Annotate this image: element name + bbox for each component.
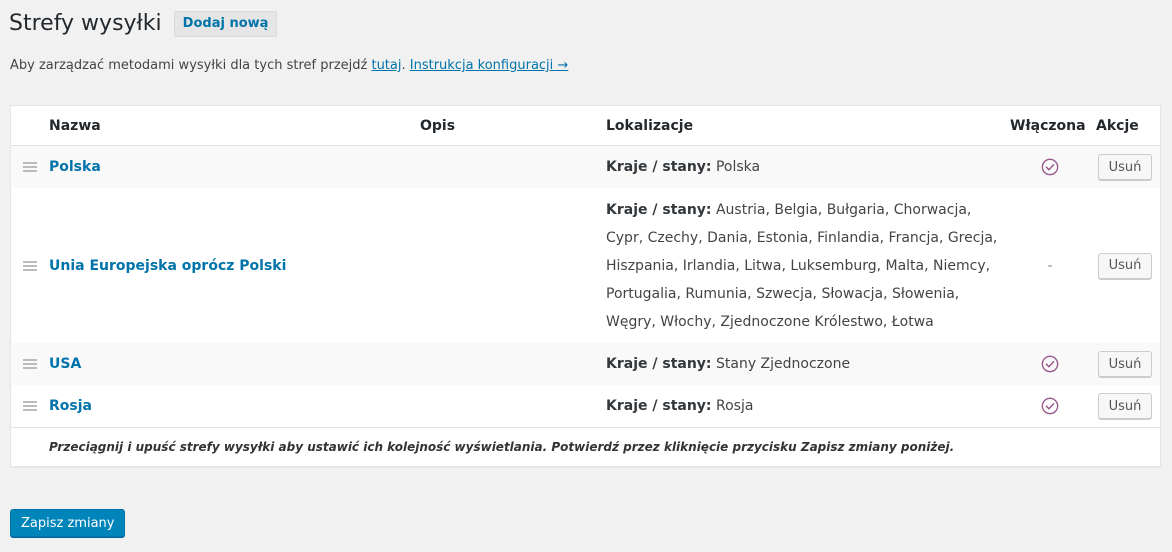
zone-enabled-cell: - bbox=[1010, 258, 1090, 274]
drag-handle-icon[interactable] bbox=[23, 359, 37, 369]
table-header: Nazwa Opis Lokalizacje Włączona Akcje bbox=[11, 106, 1160, 146]
zone-locations: Kraje / stany: Rosja bbox=[606, 392, 1010, 420]
drag-handle-icon[interactable] bbox=[23, 260, 37, 271]
column-enabled: Włączona bbox=[1010, 117, 1086, 134]
drag-handle-cell bbox=[11, 401, 49, 411]
column-actions: Akcje bbox=[1096, 117, 1139, 134]
drag-handle-cell bbox=[11, 162, 49, 172]
add-new-button[interactable]: Dodaj nową bbox=[173, 11, 278, 37]
column-name: Nazwa bbox=[49, 117, 101, 134]
table-row: USA Kraje / stany: Stany Zjednoczone Usuń bbox=[11, 343, 1160, 385]
table-row: Polska Kraje / stany: Polska Usuń bbox=[11, 146, 1160, 188]
locations-value: Polska bbox=[715, 159, 761, 175]
drag-drop-hint: Przeciągnij i upuść strefy wysyłki aby u… bbox=[11, 427, 1160, 466]
zone-actions-cell: Usuń bbox=[1090, 154, 1160, 180]
intro-separator: . bbox=[401, 58, 410, 73]
column-description: Opis bbox=[420, 117, 456, 134]
drag-handle-cell bbox=[11, 359, 49, 369]
docs-link[interactable]: Instrukcja konfiguracji → bbox=[410, 58, 569, 73]
zone-enabled-cell bbox=[1010, 397, 1090, 415]
intro-text-main: Aby zarządzać metodami wysyłki dla tych … bbox=[10, 58, 372, 73]
zone-actions-cell: Usuń bbox=[1090, 393, 1160, 419]
zone-enabled-cell bbox=[1010, 355, 1090, 373]
zone-actions-cell: Usuń bbox=[1090, 351, 1160, 377]
locations-label: Kraje / stany: bbox=[606, 201, 712, 218]
locations-value: Austria, Belgia, Bułgaria, Chorwacja, Cy… bbox=[606, 201, 998, 330]
zone-locations: Kraje / stany: Austria, Belgia, Bułgaria… bbox=[606, 196, 1010, 336]
zone-name-link[interactable]: Rosja bbox=[49, 398, 420, 414]
table-row: Unia Europejska oprócz Polski Kraje / sta… bbox=[11, 188, 1160, 343]
zone-name-link[interactable]: USA bbox=[49, 356, 420, 372]
drag-handle-icon[interactable] bbox=[23, 162, 37, 172]
zone-name-link[interactable]: Polska bbox=[49, 159, 420, 175]
table-row: Rosja Kraje / stany: Rosja Usuń bbox=[11, 385, 1160, 427]
check-circle-icon[interactable] bbox=[1041, 355, 1059, 373]
locations-label: Kraje / stany: bbox=[606, 159, 712, 175]
remove-zone-button[interactable]: Usuń bbox=[1097, 351, 1153, 377]
locations-label: Kraje / stany: bbox=[606, 356, 712, 372]
drag-handle-icon[interactable] bbox=[23, 401, 37, 411]
zone-actions-cell: Usuń bbox=[1090, 252, 1160, 279]
here-link[interactable]: tutaj bbox=[371, 58, 401, 73]
save-changes-button[interactable]: Zapisz zmiany bbox=[10, 509, 126, 537]
remove-zone-button[interactable]: Usuń bbox=[1097, 393, 1153, 419]
intro-text: Aby zarządzać metodami wysyłki dla tych … bbox=[10, 58, 568, 73]
zone-name-link[interactable]: Unia Europejska oprócz Polski bbox=[49, 258, 420, 274]
zone-locations: Kraje / stany: Polska bbox=[606, 153, 1010, 181]
locations-value: Rosja bbox=[715, 398, 754, 414]
shipping-zones-table: Nazwa Opis Lokalizacje Włączona Akcje Po… bbox=[10, 105, 1161, 467]
page-title: Strefy wysyłki bbox=[9, 11, 162, 36]
locations-label: Kraje / stany: bbox=[606, 398, 712, 414]
remove-zone-button[interactable]: Usuń bbox=[1097, 154, 1153, 180]
drag-handle-cell bbox=[11, 260, 49, 271]
zone-locations: Kraje / stany: Stany Zjednoczone bbox=[606, 350, 1010, 378]
check-circle-icon[interactable] bbox=[1041, 397, 1059, 415]
disabled-dash: - bbox=[1047, 257, 1053, 274]
remove-zone-button[interactable]: Usuń bbox=[1097, 252, 1153, 279]
page-header: Strefy wysyłki Dodaj nową bbox=[9, 10, 278, 38]
zone-enabled-cell bbox=[1010, 158, 1090, 176]
column-locations: Lokalizacje bbox=[606, 117, 694, 134]
check-circle-icon[interactable] bbox=[1041, 158, 1059, 176]
locations-value: Stany Zjednoczone bbox=[715, 356, 851, 372]
